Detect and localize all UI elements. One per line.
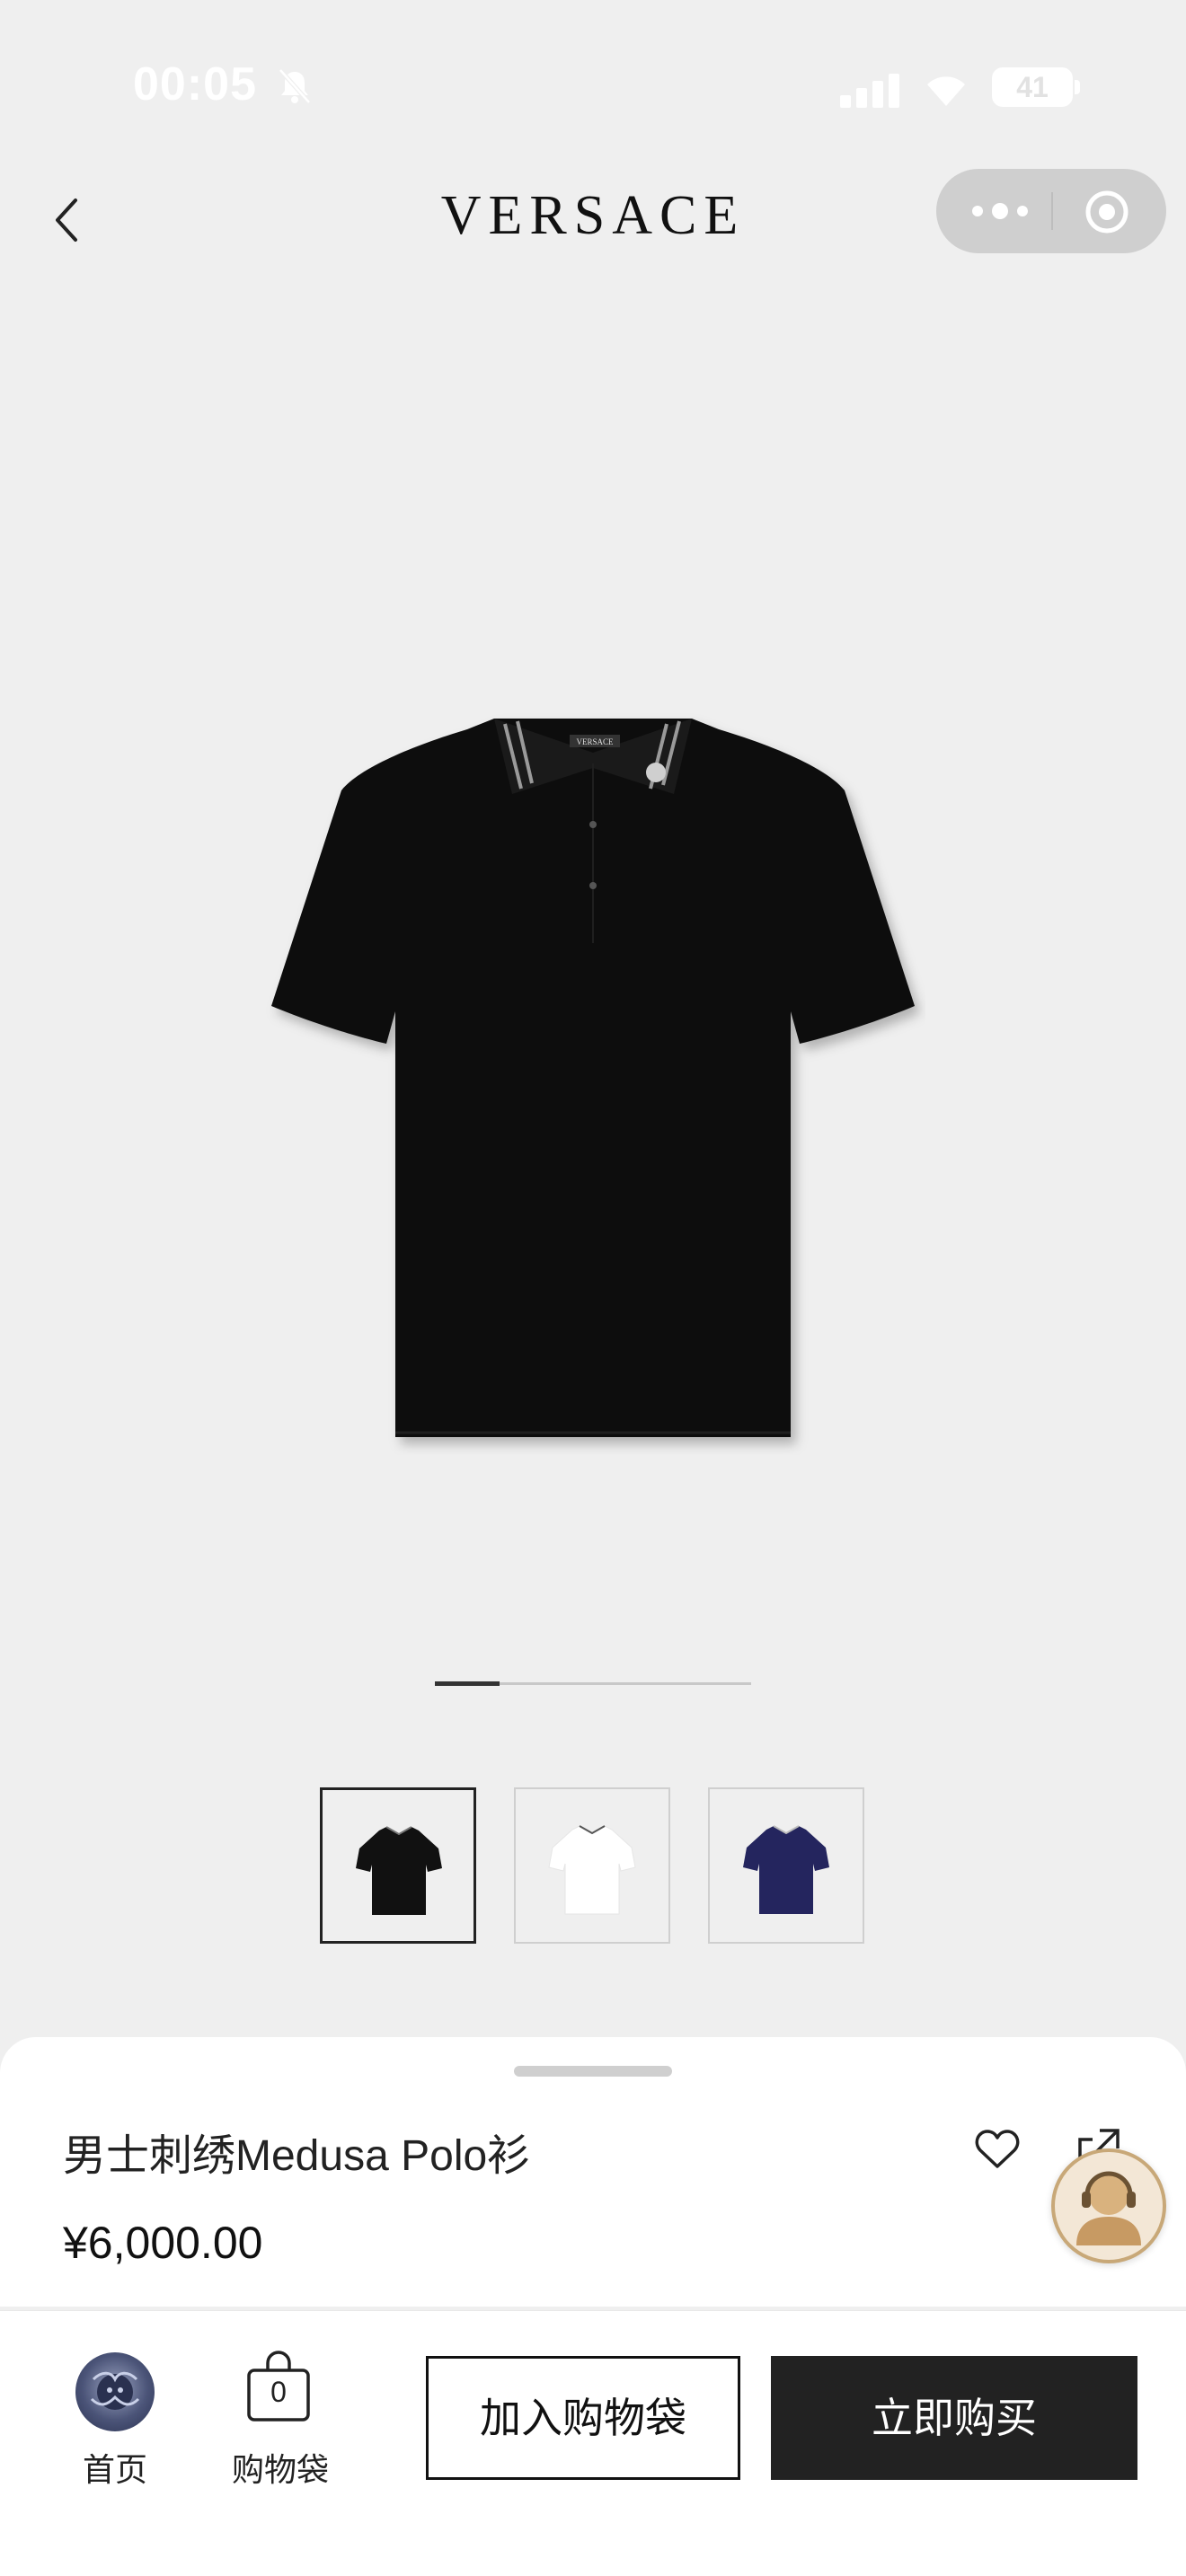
sheet-drag-handle[interactable] xyxy=(514,2066,672,2077)
more-dots-icon[interactable] xyxy=(969,196,1031,226)
color-thumbnail-black[interactable] xyxy=(320,1787,476,1944)
bag-label[interactable]: 购物袋 xyxy=(228,2444,332,2491)
svg-text:VERSACE: VERSACE xyxy=(576,737,614,746)
wifi-icon xyxy=(927,76,965,106)
medusa-emblem-icon xyxy=(90,2371,140,2410)
product-price: ¥6,000.00 xyxy=(63,2218,263,2268)
add-to-bag-button[interactable]: 加入购物袋 xyxy=(426,2356,740,2480)
product-hero-image[interactable]: VERSACE xyxy=(261,683,925,1455)
cellular-signal-icon xyxy=(840,74,899,108)
polo-navy-thumb-image xyxy=(743,1825,829,1914)
home-label[interactable]: 首页 xyxy=(77,2444,153,2491)
bell-off-icon xyxy=(279,68,311,104)
polo-white-thumb-image xyxy=(548,1825,636,1915)
bag-count-badge: 0 xyxy=(270,2376,287,2408)
status-bar: 00:05 41 xyxy=(0,0,1186,135)
image-pager-active xyxy=(435,1681,500,1686)
favorite-heart-icon[interactable] xyxy=(975,2129,1020,2170)
battery-tip xyxy=(1075,80,1080,94)
product-name: 男士刺绣Medusa Polo衫 xyxy=(63,2132,531,2180)
customer-service-button[interactable] xyxy=(1051,2148,1166,2263)
capsule-divider xyxy=(1051,192,1053,230)
battery-indicator: 41 xyxy=(992,67,1073,107)
status-time: 00:05 xyxy=(133,58,257,110)
bottom-action-bar: 首页 0 购物袋 加入购物袋 立即购买 xyxy=(0,2310,1186,2576)
mini-program-capsule xyxy=(936,169,1166,253)
customer-service-agent-icon xyxy=(1076,2171,1141,2245)
close-target-icon[interactable] xyxy=(1084,189,1130,235)
polo-black-thumb-image xyxy=(356,1826,442,1915)
buy-now-button[interactable]: 立即购买 xyxy=(771,2356,1137,2480)
color-thumbnail-navy[interactable] xyxy=(708,1787,864,1944)
color-thumbnail-white[interactable] xyxy=(514,1787,670,1944)
home-medusa-icon[interactable] xyxy=(75,2352,155,2431)
product-info-sheet: 男士刺绣Medusa Polo衫 ¥6,000.00 xyxy=(0,2037,1186,2307)
